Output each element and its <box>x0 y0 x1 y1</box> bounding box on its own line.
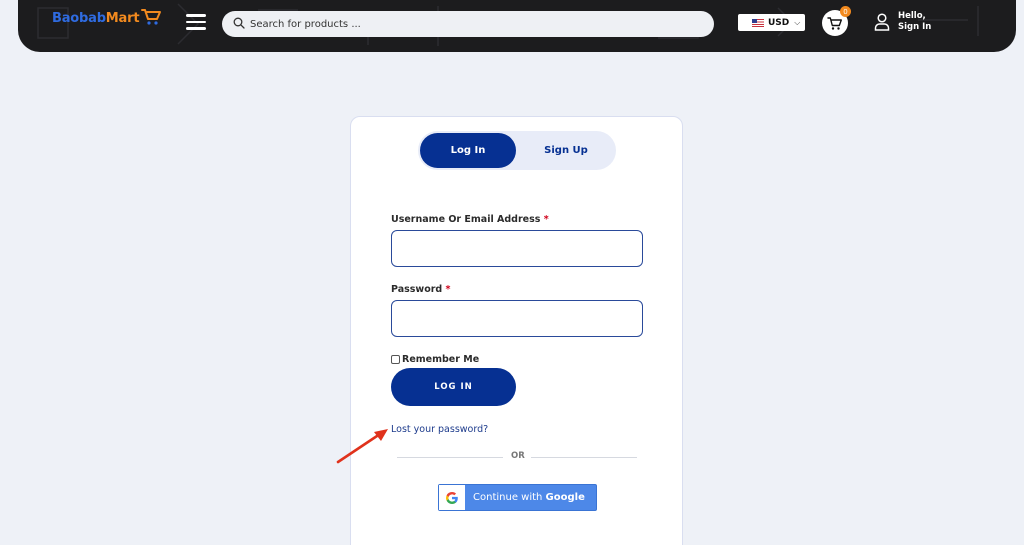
logo-cart-icon <box>141 8 162 25</box>
remember-me-label: Remember Me <box>402 354 480 365</box>
username-input[interactable] <box>391 230 643 267</box>
account-greeting: Hello, <box>898 11 926 21</box>
cart-count-badge: 0 <box>840 6 851 17</box>
password-label-text: Password <box>391 284 443 295</box>
continue-with-google-button[interactable]: Continue with Google <box>438 484 597 511</box>
shopping-cart-icon <box>827 16 842 30</box>
user-icon <box>874 13 890 31</box>
account-sign-in[interactable]: Hello, Sign In <box>874 11 931 33</box>
baobabmart-logo[interactable]: BaobabMart <box>52 8 162 26</box>
password-input[interactable] <box>391 300 643 337</box>
currency-selector[interactable]: USD ⌵ <box>738 14 805 31</box>
logo-text-part2: Mart <box>105 11 140 26</box>
tab-log-in[interactable]: Log In <box>420 133 516 168</box>
cart-button[interactable]: 0 <box>822 6 851 36</box>
google-logo-icon <box>445 491 458 504</box>
account-sign-in-label: Sign In <box>898 22 932 32</box>
menu-hamburger-icon[interactable] <box>186 14 206 32</box>
logo-text: BaobabMart <box>52 11 140 26</box>
product-search-bar[interactable] <box>222 11 714 37</box>
currency-label: USD <box>768 17 790 28</box>
username-label: Username Or Email Address * <box>391 214 549 225</box>
tab-sign-up[interactable]: Sign Up <box>518 133 614 168</box>
divider-text: OR <box>511 451 525 461</box>
google-label-prefix: Continue with <box>473 492 546 503</box>
google-label-brand: Google <box>545 492 585 503</box>
logo-text-part1: Baobab <box>52 11 106 26</box>
google-button-label: Continue with Google <box>473 492 585 503</box>
account-text: Hello, Sign In <box>898 11 931 33</box>
annotation-arrow-icon <box>336 429 388 464</box>
divider-line-right <box>531 457 637 458</box>
or-divider: OR <box>397 451 637 463</box>
search-icon <box>233 17 245 29</box>
auth-tabs: Log In Sign Up <box>418 131 616 170</box>
log-in-button[interactable]: LOG IN <box>391 368 516 406</box>
required-mark: * <box>543 214 549 225</box>
username-label-text: Username Or Email Address <box>391 214 541 225</box>
google-icon-container <box>439 485 465 510</box>
auth-card: Log In Sign Up Username Or Email Address… <box>350 116 683 545</box>
remember-me[interactable]: Remember Me <box>391 354 479 365</box>
us-flag-icon <box>752 18 764 27</box>
required-mark: * <box>445 284 451 295</box>
chevron-down-icon: ⌵ <box>794 17 801 27</box>
lost-password-link[interactable]: Lost your password? <box>391 424 488 435</box>
top-navigation-bar: BaobabMart USD ⌵ 0 <box>18 0 1016 52</box>
divider-line-left <box>397 457 503 458</box>
remember-me-checkbox[interactable] <box>391 355 400 364</box>
password-label: Password * <box>391 284 451 295</box>
search-input[interactable] <box>250 18 714 30</box>
